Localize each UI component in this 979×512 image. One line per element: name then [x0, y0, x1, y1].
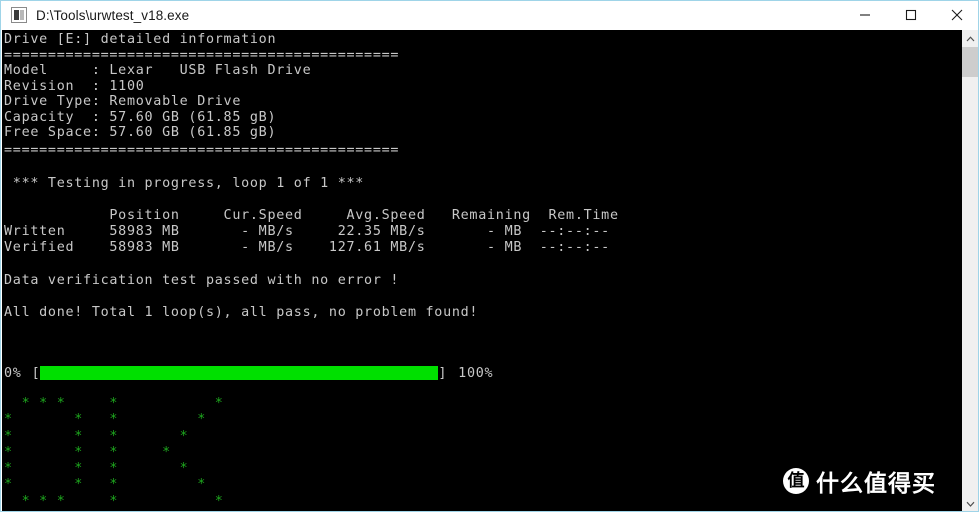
console-output-area[interactable]: Drive [E:] detailed information ========…	[2, 30, 961, 511]
console-rule-top: ========================================…	[4, 47, 400, 63]
maximize-button[interactable]	[888, 1, 934, 30]
results-table-row-written: Written 58983 MB - MB/s 22.35 MB/s - MB …	[4, 224, 610, 239]
minimize-button[interactable]	[842, 1, 888, 30]
progress-right-label: 100%	[458, 365, 494, 381]
maximize-icon	[905, 9, 917, 21]
title-bar[interactable]: D:\Tools\urwtest_v18.exe	[1, 1, 978, 30]
watermark-text: 什么值得买	[816, 471, 936, 497]
console-rule-bottom: ========================================…	[4, 143, 400, 158]
testing-status-line: *** Testing in progress, loop 1 of 1 ***	[4, 176, 365, 191]
summary-line: All done! Total 1 loop(s), all pass, no …	[4, 305, 479, 320]
progress-open-bracket: [	[31, 365, 41, 381]
console-window-body: Drive [E:] detailed information ========…	[2, 30, 978, 511]
scrollbar-thumb[interactable]	[962, 47, 978, 77]
minimize-icon	[860, 14, 870, 16]
drive-info-model: Model : Lexar USB Flash Drive	[4, 63, 312, 78]
progress-bar-fill	[40, 366, 439, 380]
results-table-header: Position Cur.Speed Avg.Speed Remaining R…	[4, 208, 619, 223]
console-app-icon	[11, 7, 27, 23]
progress-left-label: 0%	[4, 365, 22, 381]
drive-info-capacity: Capacity : 57.60 GB (61.85 gB)	[4, 109, 277, 125]
close-button[interactable]	[934, 1, 978, 30]
results-table-row-verified: Verified 58983 MB - MB/s 127.61 MB/s - M…	[4, 240, 610, 255]
progress-close-bracket: ]	[438, 365, 448, 381]
app-window: D:\Tools\urwtest_v18.exe Drive [E:] deta…	[0, 0, 979, 512]
watermark: 值 什么值得买	[783, 464, 936, 498]
scroll-down-button[interactable]	[962, 495, 978, 511]
console-text-block: Drive [E:] detailed information	[4, 32, 277, 47]
scroll-up-button[interactable]	[962, 30, 978, 47]
progress-bar-row: 0% [ ] 100%	[4, 365, 493, 381]
chevron-up-icon	[966, 35, 975, 41]
verification-result-line: Data verification test passed with no er…	[4, 273, 400, 288]
drive-info-revision: Revision : 1100	[4, 78, 145, 94]
close-icon	[951, 9, 963, 21]
chevron-down-icon	[966, 501, 975, 507]
watermark-logo-icon: 值	[783, 468, 809, 494]
drive-info-free-space: Free Space: 57.60 GB (61.85 gB)	[4, 125, 277, 140]
progress-bar-track	[40, 366, 439, 380]
drive-info-type: Drive Type: Removable Drive	[4, 94, 242, 109]
scrollbar-track[interactable]	[962, 47, 978, 495]
ascii-art-ok: * * * * * * * * * * * * * * * * * * * * …	[4, 396, 224, 509]
vertical-scrollbar[interactable]	[961, 30, 978, 511]
window-title: D:\Tools\urwtest_v18.exe	[36, 7, 190, 23]
